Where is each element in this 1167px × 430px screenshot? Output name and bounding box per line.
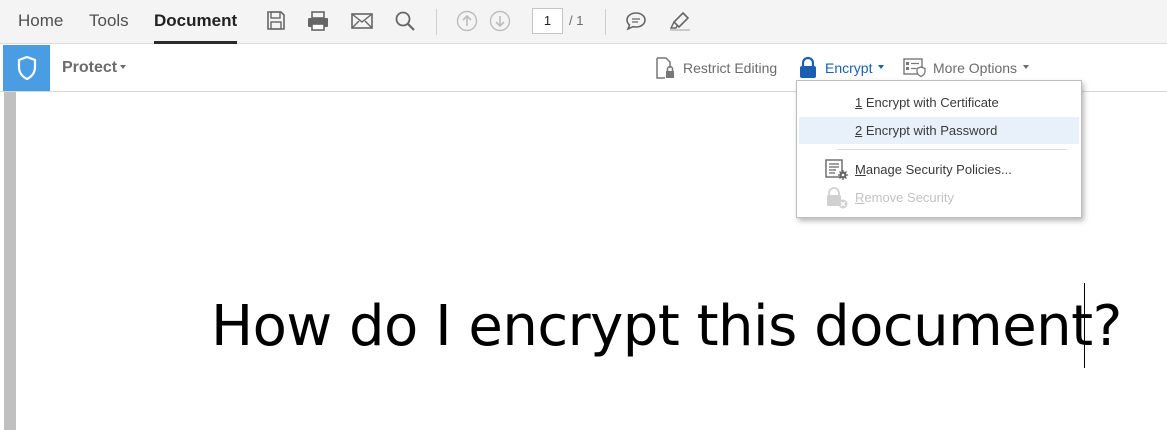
toolbar-divider [436, 9, 437, 35]
menu-item-accelerator: R [855, 190, 865, 205]
restrict-editing-label: Restrict Editing [683, 60, 778, 76]
encrypt-label: Encrypt [825, 60, 873, 76]
more-options-label: More Options [933, 60, 1018, 76]
tab-tools[interactable]: Tools [89, 0, 129, 44]
menu-divider [837, 149, 1067, 150]
menu-item-encrypt-with-password[interactable]: 2 Encrypt with Password [799, 117, 1079, 144]
menu-item-label: anage Security Policies... [865, 162, 1012, 177]
remove-security-icon [825, 187, 849, 209]
document-text[interactable]: How do I encrypt this document? [211, 292, 1122, 362]
email-icon[interactable] [349, 8, 375, 34]
menu-item-label: Encrypt with Certificate [862, 95, 999, 110]
left-panel-handle[interactable] [4, 92, 16, 430]
prev-page-icon[interactable] [454, 8, 480, 34]
top-toolbar: Home Tools Document 1 / 1 [0, 0, 1167, 44]
text-cursor [1084, 283, 1085, 368]
comment-icon[interactable] [623, 8, 649, 34]
more-options-icon [903, 57, 927, 79]
tab-document[interactable]: Document [154, 0, 238, 44]
lock-icon [798, 56, 818, 80]
menu-item-remove-security[interactable]: Remove Security [799, 184, 1079, 211]
tab-home[interactable]: Home [18, 0, 63, 44]
chevron-down-icon [120, 64, 127, 69]
next-page-icon[interactable] [487, 8, 513, 34]
menu-item-encrypt-with-certificate[interactable]: 1 Encrypt with Certificate [799, 89, 1079, 116]
print-icon[interactable] [305, 8, 331, 34]
chevron-down-icon [1023, 65, 1030, 69]
encrypt-dropdown-menu: 1 Encrypt with Certificate 2 Encrypt wit… [796, 80, 1082, 218]
restrict-editing-icon [654, 56, 676, 80]
protect-label: Protect [62, 59, 118, 76]
save-icon[interactable] [263, 8, 289, 34]
toolbar-divider [605, 9, 606, 35]
menu-item-manage-security-policies[interactable]: Manage Security Policies... [799, 156, 1079, 183]
security-policies-icon [825, 159, 849, 181]
search-icon[interactable] [392, 8, 418, 34]
restrict-editing-button[interactable]: Restrict Editing [654, 44, 777, 92]
protect-tool-tile[interactable] [3, 45, 50, 91]
menu-item-accelerator: M [855, 162, 866, 177]
protect-menu-button[interactable]: Protect [62, 44, 127, 92]
menu-item-label: Encrypt with Password [862, 123, 998, 138]
highlight-icon[interactable] [667, 8, 693, 34]
shield-icon [17, 55, 36, 81]
page-number-input[interactable]: 1 [532, 8, 563, 34]
menu-item-label: emove Security [864, 190, 954, 205]
page-total: / 1 [569, 13, 584, 28]
chevron-down-icon [878, 65, 885, 69]
